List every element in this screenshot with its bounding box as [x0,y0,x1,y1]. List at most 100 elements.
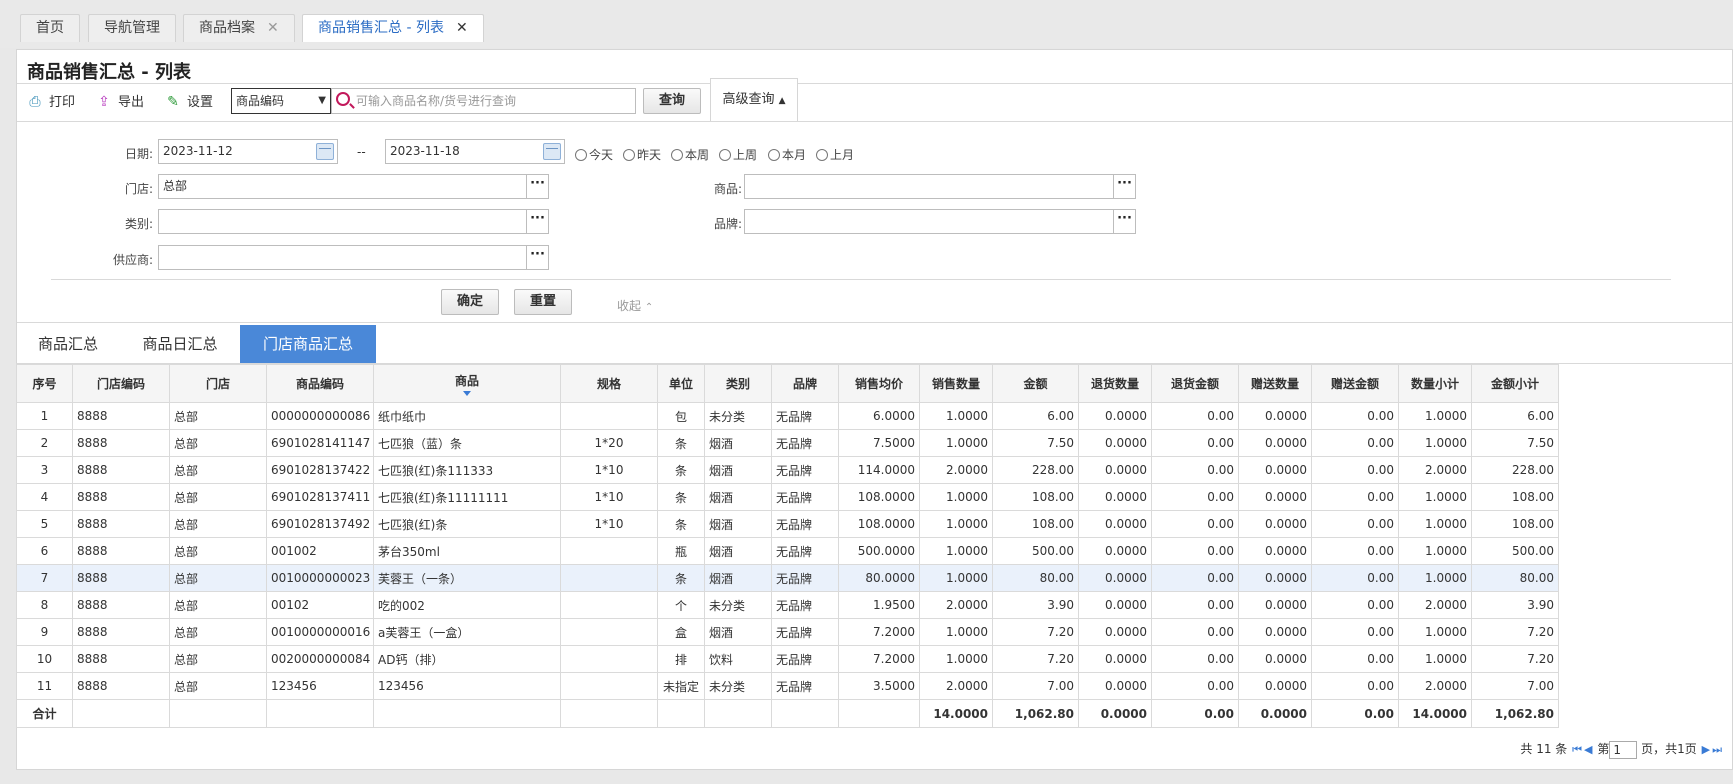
cell-avg-price: 114.0000 [838,456,920,484]
export-icon: ⇪ [98,94,110,110]
column-header-brand[interactable]: 品牌 [771,364,839,403]
table-row[interactable]: 7 8888 总部 0010000000023 芙蓉王（一条） 条烟酒 无品牌 80.0000… [16,564,1559,592]
column-header-amount-subtotal[interactable]: 金额小计 [1471,364,1559,403]
pagination: 共 11 条 ⏮ ◀ 第1 页，共1页 ▶ ⏭ [1520,740,1723,759]
search-input[interactable] [356,92,631,110]
table-row[interactable]: 6 8888 总部 001002 茅台350ml 瓶烟酒 无品牌 500.0000 1.0000… [16,537,1559,565]
column-header-return-qty[interactable]: 退货数量 [1078,364,1152,403]
column-header-gift-qty[interactable]: 赠送数量 [1238,364,1312,403]
brand-label: 品牌: [713,217,742,231]
cell-category: 烟酒 [704,537,772,565]
last-page-icon[interactable]: ⏭ [1712,743,1722,757]
settings-button[interactable]: ✎ 设置 [165,92,213,112]
query-button[interactable]: 查询 [643,88,701,114]
date-from-input[interactable]: 2023-11-12 [158,139,338,164]
prev-page-icon[interactable]: ◀ [1584,743,1592,756]
table-row[interactable]: 4 8888 总部 6901028137411 七匹狼(红)条11111111 1*10 条… [16,483,1559,511]
table-row[interactable]: 5 8888 总部 6901028137492 七匹狼(红)条 1*10 条烟酒 无品牌 108… [16,510,1559,538]
column-header-sales-qty[interactable]: 销售数量 [919,364,993,403]
more-icon[interactable]: ··· [1113,210,1135,233]
table-row[interactable]: 11 8888 总部 123456 123456 未指定 未分类 无品牌 3.5000 2.000… [16,672,1559,700]
table-row[interactable]: 9 8888 总部 0010000000016 a芙蓉王（一盒） 盒烟酒 无品牌 7.2000… [16,618,1559,646]
radio-this-month[interactable]: 本月 [768,146,806,163]
cell-store: 总部 [169,483,267,511]
column-header-avg-price[interactable]: 销售均价 [838,364,920,403]
cell-category: 未分类 [704,402,772,430]
supplier-input[interactable]: ··· [158,245,549,270]
column-header-index[interactable]: 序号 [16,364,73,403]
close-icon[interactable]: ✕ [267,20,279,36]
cell-index: 3 [16,456,73,484]
subtab-store-product-summary[interactable]: 门店商品汇总 [240,325,376,363]
column-label: 退货数量 [1090,377,1139,391]
print-button[interactable]: ⎙ 打印 [27,92,75,112]
more-icon[interactable]: ··· [526,246,548,269]
first-page-icon[interactable]: ⏮ [1572,743,1582,757]
more-icon[interactable]: ··· [526,175,548,198]
calendar-icon[interactable] [316,143,334,160]
total-index: 合计 [16,699,73,728]
cell-product: 纸巾纸巾 [373,402,561,430]
product-input[interactable]: ··· [744,174,1136,199]
table-row[interactable]: 8 8888 总部 00102 吃的002 个未分类 无品牌 1.9500 2.0000 3.90… [16,591,1559,619]
cell-category: 烟酒 [704,456,772,484]
column-header-gift-amount[interactable]: 赠送金额 [1311,364,1399,403]
subtab-product-daily-summary[interactable]: 商品日汇总 [126,325,234,363]
table-row[interactable]: 2 8888 总部 6901028141147 七匹狼（蓝）条 1*20 条烟酒 无品牌 7.5… [16,429,1559,457]
radio-today[interactable]: 今天 [575,146,613,163]
column-header-amount[interactable]: 金额 [992,364,1079,403]
column-label: 数量小计 [1410,377,1459,391]
column-header-product[interactable]: 商品 [373,364,561,403]
tab-home[interactable]: 首页 [20,14,80,42]
cell-store: 总部 [169,456,267,484]
column-label: 赠送数量 [1250,377,1299,391]
advanced-query-button[interactable]: 高级查询 ▲ [710,78,798,122]
column-header-spec[interactable]: 规格 [560,364,658,403]
reset-button[interactable]: 重置 [514,289,572,315]
tab-sales-summary[interactable]: 商品销售汇总 - 列表 ✕ [302,14,484,42]
cell-unit: 排 [657,645,705,673]
tab-label: 商品销售汇总 - 列表 [318,20,444,36]
date-to-input[interactable]: 2023-11-18 [385,139,565,164]
column-header-store-code[interactable]: 门店编码 [72,364,170,403]
page-input[interactable]: 1 [1609,740,1638,759]
store-input[interactable]: 总部 ··· [158,174,549,199]
tab-product-archive[interactable]: 商品档案 ✕ [183,14,295,42]
export-button[interactable]: ⇪ 导出 [96,92,144,112]
radio-last-week[interactable]: 上周 [719,146,757,163]
category-input[interactable]: ··· [158,209,549,234]
more-icon[interactable]: ··· [1113,175,1135,198]
table-row[interactable]: 3 8888 总部 6901028137422 七匹狼(红)条111333 1*10 条烟酒… [16,456,1559,484]
table-row[interactable]: 10 8888 总部 0020000000084 AD钙（排）排饮料 无品牌 7.2000 1… [16,645,1559,673]
more-icon[interactable]: ··· [526,210,548,233]
tab-navigation[interactable]: 导航管理 [88,14,176,42]
cell-qty-subtotal: 1.0000 [1398,483,1472,511]
cell-product: 吃的002 [373,591,561,619]
cell-return-qty: 0.0000 [1078,645,1152,673]
column-label: 销售均价 [854,377,903,391]
radio-last-month[interactable]: 上月 [816,146,854,163]
radio-yesterday[interactable]: 昨天 [623,146,661,163]
column-header-product-code[interactable]: 商品编码 [266,364,374,403]
column-header-unit[interactable]: 单位 [657,364,705,403]
sort-desc-icon[interactable] [463,390,471,396]
next-page-icon[interactable]: ▶ [1702,743,1710,756]
column-header-store[interactable]: 门店 [169,364,267,403]
column-label: 金额小计 [1490,377,1539,391]
close-icon[interactable]: ✕ [456,20,468,36]
radio-label: 昨天 [637,148,662,162]
cell-qty-subtotal: 1.0000 [1398,564,1472,592]
subtab-product-summary[interactable]: 商品汇总 [22,325,114,363]
radio-this-week[interactable]: 本周 [671,146,709,163]
cell-amount-subtotal: 3.90 [1471,591,1559,619]
column-header-category[interactable]: 类别 [704,364,772,403]
brand-input[interactable]: ··· [744,209,1136,234]
column-header-return-amount[interactable]: 退货金额 [1151,364,1239,403]
calendar-icon[interactable] [543,143,561,160]
column-header-qty-subtotal[interactable]: 数量小计 [1398,364,1472,403]
total-category [704,699,772,728]
collapse-link[interactable]: 收起 ⌃ [617,297,653,314]
table-row[interactable]: 1 8888 总部 0000000000086 纸巾纸巾包未分类 无品牌 6.0000 1.0… [16,402,1559,430]
confirm-button[interactable]: 确定 [441,289,499,315]
search-field-select[interactable]: 商品编码 ▼ [231,88,331,114]
